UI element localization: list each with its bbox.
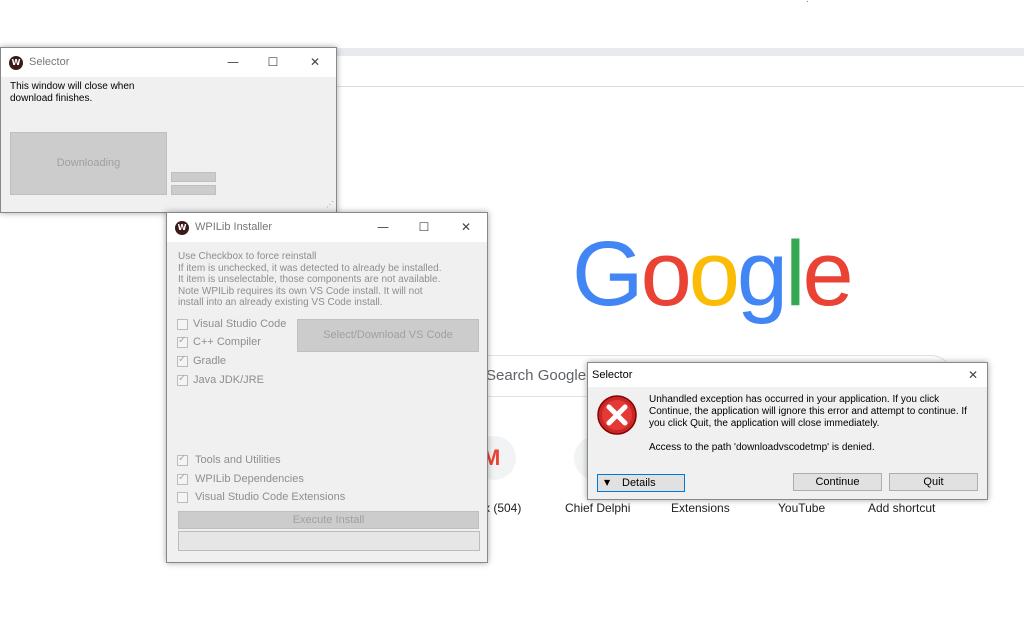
- details-button[interactable]: ▼ Details: [597, 474, 685, 492]
- dot-mark: .: [806, 0, 809, 5]
- checkbox-visual-studio-code[interactable]: [177, 319, 188, 330]
- selector-window: W Selector — ☐ ✕ This window will close …: [0, 47, 337, 213]
- shortcut-label-add-shortcut[interactable]: Add shortcut: [868, 501, 935, 515]
- browser-address-bar[interactable]: [336, 56, 1024, 87]
- error-dialog-title: Selector: [592, 369, 633, 381]
- error-titlebar[interactable]: Selector ✕: [588, 363, 987, 387]
- google-logo: Google: [572, 223, 854, 325]
- installer-window: W WPILib Installer — ☐ ✕ Use Checkbox to…: [166, 212, 488, 563]
- browser-top: [0, 0, 1024, 48]
- checkbox-tools-utilities[interactable]: [177, 453, 188, 466]
- shortcut-label-extensions[interactable]: Extensions: [671, 501, 730, 515]
- checkbox-vscode-extensions[interactable]: [177, 492, 188, 503]
- error-dialog: Selector ✕ Unhandled exception has occur…: [587, 362, 988, 500]
- checkbox-wpilib-dependencies[interactable]: [177, 472, 188, 485]
- checkbox-gradle[interactable]: [177, 354, 188, 367]
- select-download-vscode-button[interactable]: Select/Download VS Code: [297, 319, 479, 352]
- shortcut-label-youtube[interactable]: YouTube: [778, 501, 825, 515]
- checkbox-label: C++ Compiler: [193, 336, 261, 348]
- resize-grip[interactable]: ⋰: [326, 200, 334, 209]
- minimize-button[interactable]: —: [368, 217, 398, 237]
- downloading-button[interactable]: Downloading: [10, 132, 167, 195]
- checkbox-cpp-compiler[interactable]: [177, 335, 188, 348]
- quit-button[interactable]: Quit: [889, 473, 978, 491]
- installer-title: WPILib Installer: [195, 221, 273, 233]
- maximize-button[interactable]: ☐: [258, 52, 288, 72]
- error-icon: [596, 394, 638, 436]
- checkbox-label: Tools and Utilities: [195, 454, 281, 466]
- checkbox-label: Java JDK/JRE: [193, 374, 264, 386]
- shortcut-label-chief-delphi[interactable]: Chief Delphi: [565, 501, 630, 515]
- shortcut-label-gmail: x (504): [484, 501, 522, 515]
- close-button[interactable]: ✕: [300, 52, 330, 72]
- search-placeholder: Search Google o: [486, 367, 599, 384]
- continue-button[interactable]: Continue: [793, 473, 882, 491]
- checkbox-label: Visual Studio Code: [193, 318, 287, 330]
- checkbox-java-jdk[interactable]: [177, 373, 188, 386]
- error-message: Unhandled exception has occurred in your…: [649, 394, 967, 429]
- maximize-button[interactable]: ☐: [409, 217, 439, 237]
- installer-titlebar[interactable]: W WPILib Installer — ☐ ✕: [167, 213, 487, 242]
- small-button-1[interactable]: [171, 172, 216, 182]
- selector-message: This window will close when download fin…: [10, 81, 135, 104]
- checkbox-label: Gradle: [193, 355, 227, 367]
- close-button[interactable]: ✕: [958, 365, 988, 385]
- checkbox-label: WPILib Dependencies: [195, 473, 304, 485]
- checkbox-label: Visual Studio Code Extensions: [195, 491, 346, 503]
- error-detail: Access to the path 'downloadvscodetmp' i…: [649, 442, 875, 453]
- execute-install-button[interactable]: Execute Install: [178, 511, 479, 529]
- close-button[interactable]: ✕: [451, 217, 481, 237]
- progress-bar: [178, 531, 480, 551]
- wpilib-icon: W: [175, 221, 189, 235]
- dropdown-arrow-icon: ▼: [604, 478, 611, 487]
- wpilib-icon: W: [9, 56, 23, 70]
- browser-tabstrip: [336, 48, 1024, 56]
- selector-title: Selector: [29, 56, 70, 68]
- details-label: Details: [622, 477, 656, 489]
- selector-titlebar[interactable]: W Selector — ☐ ✕: [1, 48, 336, 77]
- small-button-2[interactable]: [171, 185, 216, 195]
- installer-instructions: Use Checkbox to force reinstall If item …: [178, 251, 442, 309]
- minimize-button[interactable]: —: [218, 52, 248, 72]
